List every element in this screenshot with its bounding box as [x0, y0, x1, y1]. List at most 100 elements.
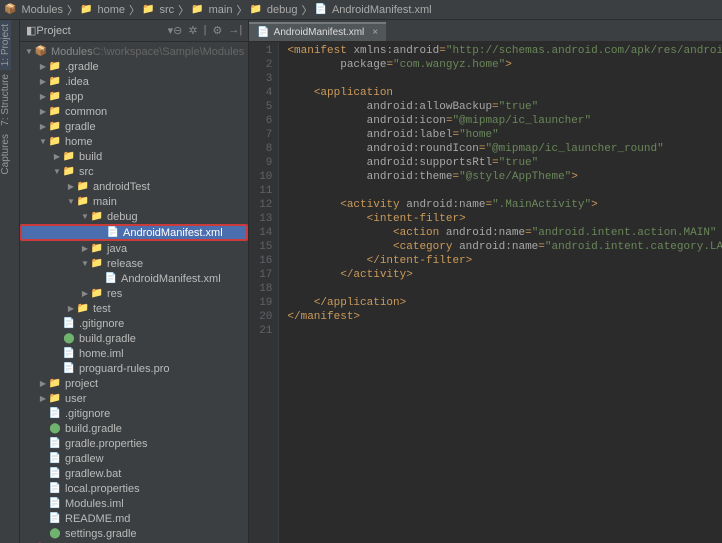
tree-item[interactable]: 📄local.properties: [20, 481, 248, 496]
expand-arrow-icon[interactable]: ▼: [80, 212, 90, 221]
code-line[interactable]: </manifest>: [287, 310, 722, 324]
tree-item[interactable]: ⬤build.gradle: [20, 331, 248, 346]
tree-item[interactable]: ▶📁user: [20, 391, 248, 406]
tree-item[interactable]: 📄.gitignore: [20, 316, 248, 331]
code-line[interactable]: <manifest xmlns:android="http://schemas.…: [287, 44, 722, 58]
code-line[interactable]: <intent-filter>: [287, 212, 722, 226]
expand-arrow-icon[interactable]: ▶: [38, 107, 48, 116]
expand-arrow-icon[interactable]: ▼: [80, 259, 90, 268]
code-line[interactable]: android:allowBackup="true": [287, 100, 722, 114]
code-line[interactable]: android:supportsRtl="true": [287, 156, 722, 170]
tree-item[interactable]: 📄gradle.properties: [20, 436, 248, 451]
hide-icon[interactable]: →|: [228, 24, 242, 37]
expand-arrow-icon[interactable]: ▶: [38, 394, 48, 403]
tree-item[interactable]: ▶📁res: [20, 286, 248, 301]
tree-item[interactable]: ▶📁gradle: [20, 119, 248, 134]
tree-item[interactable]: 📄home.iml: [20, 346, 248, 361]
collapse-icon[interactable]: ⊖: [173, 24, 182, 37]
expand-arrow-icon[interactable]: ▶: [66, 304, 76, 313]
code-line[interactable]: android:roundIcon="@mipmap/ic_launcher_r…: [287, 142, 722, 156]
tree-item[interactable]: ▶📁.idea: [20, 74, 248, 89]
tree-item[interactable]: 📄gradlew.bat: [20, 466, 248, 481]
gear-icon[interactable]: ⚙: [212, 24, 222, 37]
tree-item[interactable]: ▼📦Modules C:\workspace\Sample\Modules: [20, 44, 248, 59]
tree-item[interactable]: ▶📁build: [20, 149, 248, 164]
project-panel-title[interactable]: Project: [36, 25, 163, 37]
editor-body[interactable]: 123456789101112131415161718192021 <manif…: [249, 42, 722, 543]
expand-arrow-icon[interactable]: ▶: [80, 289, 90, 298]
code-line[interactable]: <category android:name="android.intent.c…: [287, 240, 722, 254]
expand-arrow-icon[interactable]: ▶: [38, 379, 48, 388]
breadcrumb-item[interactable]: 📁home: [80, 4, 125, 16]
tool-captures[interactable]: Captures: [0, 130, 11, 179]
code-line[interactable]: android:label="home": [287, 128, 722, 142]
target-icon[interactable]: ✲: [188, 24, 197, 37]
tree-item[interactable]: ▶📁java: [20, 241, 248, 256]
code-line[interactable]: android:icon="@mipmap/ic_launcher": [287, 114, 722, 128]
file-icon: 📁: [90, 243, 104, 254]
tree-item[interactable]: ▶📁test: [20, 301, 248, 316]
tree-item-label: build: [79, 151, 102, 163]
file-icon: 📁: [48, 378, 62, 389]
tree-item[interactable]: ▶📁project: [20, 376, 248, 391]
expand-arrow-icon[interactable]: ▶: [38, 77, 48, 86]
editor-code[interactable]: <manifest xmlns:android="http://schemas.…: [279, 42, 722, 543]
tree-item[interactable]: ▼📁release: [20, 256, 248, 271]
tree-item[interactable]: ▶📁androidTest: [20, 179, 248, 194]
close-icon[interactable]: ×: [372, 27, 378, 38]
project-tree[interactable]: ▼📦Modules C:\workspace\Sample\Modules▶📁.…: [20, 42, 248, 543]
expand-arrow-icon[interactable]: ▼: [66, 197, 76, 206]
tree-item[interactable]: ▼📁main: [20, 194, 248, 209]
tree-item[interactable]: ▶📁common: [20, 104, 248, 119]
tree-item[interactable]: 📄AndroidManifest.xml: [20, 271, 248, 286]
expand-arrow-icon[interactable]: ▼: [38, 137, 48, 146]
tree-item-label: debug: [107, 211, 138, 223]
code-line[interactable]: </intent-filter>: [287, 254, 722, 268]
expand-arrow-icon[interactable]: ▶: [38, 122, 48, 131]
line-number: 3: [259, 72, 272, 86]
code-line[interactable]: package="com.wangyz.home">: [287, 58, 722, 72]
file-icon: 📁: [48, 121, 62, 132]
code-line[interactable]: [287, 282, 722, 296]
tree-item[interactable]: ▼📁home: [20, 134, 248, 149]
code-line[interactable]: <application: [287, 86, 722, 100]
tree-item[interactable]: ▶📁.gradle: [20, 59, 248, 74]
code-line[interactable]: android:theme="@style/AppTheme">: [287, 170, 722, 184]
breadcrumb-item[interactable]: 📦Modules: [4, 4, 63, 16]
tool-project[interactable]: 1: Project: [0, 20, 11, 70]
tree-item[interactable]: ⬤build.gradle: [20, 421, 248, 436]
tree-item[interactable]: ▼📁src: [20, 164, 248, 179]
tree-item[interactable]: 📄proguard-rules.pro: [20, 361, 248, 376]
code-line[interactable]: <action android:name="android.intent.act…: [287, 226, 722, 240]
tree-item[interactable]: 📄gradlew: [20, 451, 248, 466]
breadcrumb-item[interactable]: 📁debug: [249, 4, 297, 16]
breadcrumb-item[interactable]: 📄AndroidManifest.xml: [314, 4, 431, 16]
expand-arrow-icon[interactable]: ▶: [52, 152, 62, 161]
expand-arrow-icon[interactable]: ▶: [66, 182, 76, 191]
tree-item[interactable]: 📄AndroidManifest.xml: [20, 224, 248, 241]
breadcrumb-item[interactable]: 📁src: [142, 4, 174, 16]
expand-arrow-icon[interactable]: ▶: [80, 244, 90, 253]
editor-tab-active[interactable]: 📄 AndroidManifest.xml ×: [249, 22, 386, 41]
tree-item[interactable]: 📄Modules.iml: [20, 496, 248, 511]
file-icon: 📁: [90, 211, 104, 222]
code-line[interactable]: </application>: [287, 296, 722, 310]
tree-item[interactable]: 📄README.md: [20, 511, 248, 526]
tree-item-label: .gitignore: [79, 318, 124, 330]
tree-item[interactable]: 📄.gitignore: [20, 406, 248, 421]
expand-arrow-icon[interactable]: ▶: [38, 92, 48, 101]
tree-item[interactable]: ▼📁debug: [20, 209, 248, 224]
tree-item[interactable]: ▶📁app: [20, 89, 248, 104]
expand-arrow-icon[interactable]: ▼: [52, 167, 62, 176]
code-line[interactable]: <activity android:name=".MainActivity">: [287, 198, 722, 212]
code-line[interactable]: [287, 72, 722, 86]
breadcrumb-item[interactable]: 📁main: [191, 4, 232, 16]
code-line[interactable]: </activity>: [287, 268, 722, 282]
expand-arrow-icon[interactable]: ▶: [38, 62, 48, 71]
line-number: 19: [259, 296, 272, 310]
code-line[interactable]: [287, 184, 722, 198]
tool-structure[interactable]: 7: Structure: [0, 70, 11, 130]
tree-item[interactable]: ⬤settings.gradle: [20, 526, 248, 541]
expand-arrow-icon[interactable]: ▼: [24, 47, 34, 56]
code-line[interactable]: [287, 324, 722, 338]
